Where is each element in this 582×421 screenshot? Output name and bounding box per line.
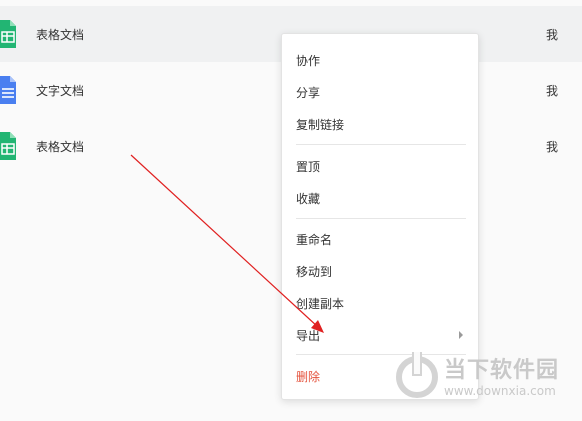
chevron-right-icon: [459, 331, 463, 339]
menu-item-pin[interactable]: 置顶: [282, 152, 478, 180]
watermark: 当下软件园 www.downxia.com: [396, 350, 572, 406]
menu-item-favorite[interactable]: 收藏: [282, 184, 478, 212]
file-owner: 我: [546, 28, 559, 42]
file-owner: 我: [546, 140, 559, 154]
menu-item-label: 协作: [296, 54, 321, 68]
menu-divider: [296, 218, 466, 219]
menu-item-move-to[interactable]: 移动到: [282, 257, 478, 285]
menu-item-label: 收藏: [296, 192, 321, 206]
file-name[interactable]: 表格文档: [36, 26, 84, 43]
menu-item-label: 导出: [296, 329, 321, 343]
sheet-icon: [0, 20, 16, 48]
file-name[interactable]: 文字文档: [36, 82, 84, 99]
menu-item-label: 移动到: [296, 265, 333, 279]
menu-item-label: 复制链接: [296, 118, 345, 132]
file-owner: 我: [546, 84, 559, 98]
menu-item-label: 删除: [296, 370, 321, 384]
menu-item-rename[interactable]: 重命名: [282, 225, 478, 253]
menu-item-create-copy[interactable]: 创建副本: [282, 289, 478, 317]
menu-item-copy-link[interactable]: 复制链接: [282, 110, 478, 138]
doc-icon: [0, 76, 16, 104]
file-name[interactable]: 表格文档: [36, 138, 84, 155]
watermark-logo-icon: [396, 352, 438, 398]
menu-item-export[interactable]: 导出: [282, 321, 478, 349]
sheet-icon: [0, 132, 16, 160]
context-menu: 协作 分享 复制链接 置顶 收藏 重命名 移动到 创建副本 导出 删除: [281, 33, 479, 400]
watermark-url: www.downxia.com: [444, 384, 556, 398]
watermark-title: 当下软件园: [444, 358, 560, 383]
menu-item-share[interactable]: 分享: [282, 78, 478, 106]
menu-divider: [296, 144, 466, 145]
menu-item-label: 置顶: [296, 160, 321, 174]
menu-item-collaborate[interactable]: 协作: [282, 46, 478, 74]
menu-item-label: 创建副本: [296, 297, 345, 311]
menu-item-label: 重命名: [296, 233, 333, 247]
menu-item-label: 分享: [296, 86, 321, 100]
